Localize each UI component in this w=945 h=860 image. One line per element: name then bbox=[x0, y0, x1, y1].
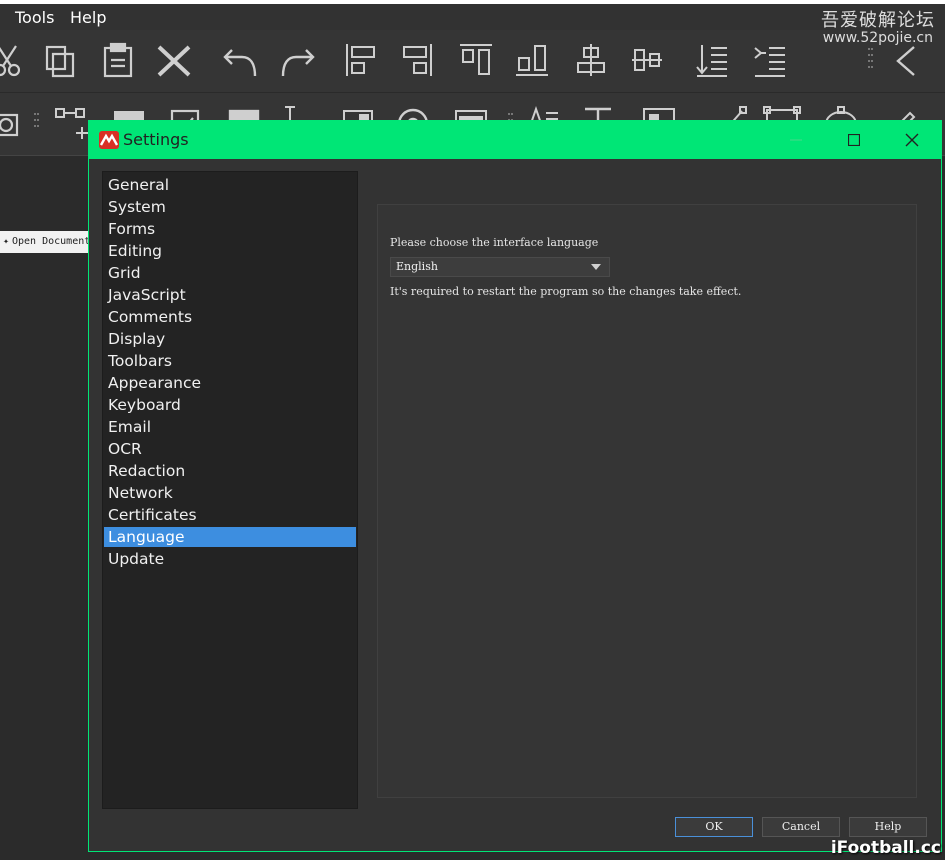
ok-button[interactable]: OK bbox=[675, 817, 753, 837]
align-right-icon[interactable] bbox=[400, 42, 434, 78]
nav-item-javascript[interactable]: JavaScript bbox=[104, 285, 356, 305]
nav-item-editing[interactable]: Editing bbox=[104, 241, 356, 261]
align-center-vertical-icon[interactable] bbox=[630, 42, 664, 78]
language-settings-panel: Please choose the interface language Eng… bbox=[377, 204, 917, 798]
align-top-icon[interactable] bbox=[458, 42, 494, 78]
sort-down-icon[interactable] bbox=[694, 42, 730, 78]
paste-icon[interactable] bbox=[102, 42, 134, 78]
settings-dialog: Settings General System Forms Editing Gr… bbox=[88, 120, 942, 852]
watermark-title: 吾爱破解论坛 bbox=[821, 10, 935, 31]
nav-item-display[interactable]: Display bbox=[104, 329, 356, 349]
language-select-value: English bbox=[396, 260, 438, 273]
redo-icon[interactable] bbox=[280, 46, 316, 78]
undo-icon[interactable] bbox=[222, 46, 258, 78]
settings-category-list: General System Forms Editing Grid JavaSc… bbox=[102, 171, 358, 809]
close-button[interactable] bbox=[883, 121, 941, 159]
cut-icon[interactable] bbox=[0, 42, 20, 78]
watermark-url: www.52pojie.cn bbox=[822, 30, 933, 46]
chevron-left-icon[interactable] bbox=[892, 44, 918, 78]
maximize-button[interactable] bbox=[825, 121, 883, 159]
main-toolbar bbox=[0, 30, 945, 93]
nav-item-email[interactable]: Email bbox=[104, 417, 356, 437]
pin-icon: ✦ bbox=[2, 236, 10, 247]
nav-item-keyboard[interactable]: Keyboard bbox=[104, 395, 356, 415]
nav-item-system[interactable]: System bbox=[104, 197, 356, 217]
toolbar-grip-icon-2 bbox=[34, 113, 40, 131]
chevron-down-icon bbox=[591, 264, 601, 270]
copy-icon[interactable] bbox=[44, 44, 76, 78]
menu-bar: Tools Help bbox=[0, 4, 945, 30]
menu-tools[interactable]: Tools bbox=[15, 8, 54, 27]
nav-item-update[interactable]: Update bbox=[104, 549, 356, 569]
menu-help[interactable]: Help bbox=[70, 8, 106, 27]
language-prompt-label: Please choose the interface language bbox=[390, 236, 599, 249]
minimize-button[interactable] bbox=[767, 121, 825, 159]
delete-icon[interactable] bbox=[156, 44, 192, 78]
language-select[interactable]: English bbox=[390, 257, 610, 277]
maximize-icon bbox=[848, 134, 860, 146]
nav-item-language[interactable]: Language bbox=[104, 527, 356, 547]
cancel-button[interactable]: Cancel bbox=[762, 817, 840, 837]
nav-item-network[interactable]: Network bbox=[104, 483, 356, 503]
nav-item-redaction[interactable]: Redaction bbox=[104, 461, 356, 481]
nav-item-forms[interactable]: Forms bbox=[104, 219, 356, 239]
close-icon bbox=[905, 133, 919, 147]
camera-icon[interactable] bbox=[0, 109, 20, 139]
align-left-icon[interactable] bbox=[344, 42, 378, 78]
nav-item-general[interactable]: General bbox=[104, 175, 356, 195]
open-document-label: Open Document bbox=[12, 236, 88, 247]
align-center-horizontal-icon[interactable] bbox=[574, 42, 608, 78]
nav-item-comments[interactable]: Comments bbox=[104, 307, 356, 327]
app-logo-icon bbox=[99, 131, 119, 149]
nav-item-toolbars[interactable]: Toolbars bbox=[104, 351, 356, 371]
restart-note: It's required to restart the program so … bbox=[390, 285, 742, 298]
dialog-titlebar[interactable]: Settings bbox=[89, 121, 941, 159]
watermark-corner: iFootball.cc bbox=[830, 838, 941, 858]
nav-item-grid[interactable]: Grid bbox=[104, 263, 356, 283]
nav-item-certificates[interactable]: Certificates bbox=[104, 505, 356, 525]
sort-up-icon[interactable] bbox=[752, 42, 788, 78]
dialog-title: Settings bbox=[123, 130, 189, 149]
help-button[interactable]: Help bbox=[849, 817, 927, 837]
nav-item-ocr[interactable]: OCR bbox=[104, 439, 356, 459]
align-bottom-icon[interactable] bbox=[514, 42, 550, 78]
nav-item-appearance[interactable]: Appearance bbox=[104, 373, 356, 393]
field-group-icon[interactable] bbox=[54, 105, 90, 141]
minimize-icon bbox=[790, 139, 802, 141]
toolbar-grip-icon bbox=[868, 46, 874, 70]
open-document-tab[interactable]: ✦ Open Document bbox=[0, 231, 88, 253]
